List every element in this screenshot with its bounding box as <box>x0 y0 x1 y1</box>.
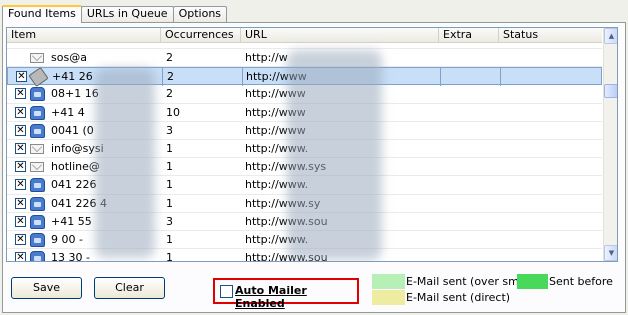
occurrences-cell: 1 <box>166 141 173 155</box>
column-header-status[interactable]: Status <box>499 28 602 43</box>
occurrences-cell: 2 <box>167 70 174 84</box>
row-checkbox[interactable]: ✕ <box>15 215 26 227</box>
tab-bar: Found Items URLs in Queue Options <box>2 5 228 23</box>
column-header-item[interactable]: Item <box>7 28 161 43</box>
column-header-occurrences[interactable]: Occurrences <box>161 28 241 43</box>
row-checkbox[interactable]: ✕ <box>16 71 27 83</box>
column-header-url[interactable]: URL <box>241 28 439 43</box>
legend-swatch-direct <box>372 290 405 305</box>
occurrences-cell: 1 <box>166 232 173 246</box>
item-cell: +41 4 <box>51 105 85 119</box>
occurrences-cell: 10 <box>166 105 180 119</box>
occurrences-cell: 3 <box>166 214 173 228</box>
item-cell: 9 00 - <box>51 232 83 246</box>
occurrences-cell: 1 <box>166 178 173 192</box>
auto-mailer-label[interactable]: Auto Mailer Enabled <box>235 284 357 310</box>
occurrences-cell: 1 <box>166 160 173 174</box>
item-cell: +41 26 <box>52 70 93 84</box>
row-checkbox[interactable]: ✕ <box>15 124 26 136</box>
occurrences-cell: 1 <box>166 251 173 262</box>
row-checkbox[interactable]: ✕ <box>15 142 26 154</box>
found-items-panel: Item Occurrences URL Extra Status sos@a … <box>2 22 626 313</box>
table-header: Item Occurrences URL Extra Status <box>7 28 602 43</box>
item-cell: +41 55 <box>51 214 92 228</box>
occurrences-cell: 3 <box>166 123 173 137</box>
auto-mailer-toggle[interactable]: Auto Mailer Enabled <box>213 278 359 310</box>
clear-button[interactable]: Clear <box>94 277 165 299</box>
item-cell: 0041 (0 <box>51 123 94 137</box>
item-cell: 13 30 - <box>51 251 90 262</box>
occurrences-cell: 1 <box>166 196 173 210</box>
legend-label-smtp: E-Mail sent (over smtp) <box>406 275 535 288</box>
redaction-blur <box>95 68 155 258</box>
item-cell: 08+1 16 <box>51 87 99 101</box>
url-cell: http://w <box>245 51 288 64</box>
row-checkbox[interactable]: ✕ <box>15 197 26 209</box>
legend-swatch-sent-before <box>517 274 548 289</box>
legend-label-sent-before: Sent before <box>549 275 613 288</box>
item-cell: hotline@ <box>51 160 100 174</box>
legend-swatch-smtp <box>372 274 405 289</box>
vertical-scrollbar[interactable]: ▲ ▼ <box>603 28 617 261</box>
redaction-blur <box>287 50 382 260</box>
mail-icon <box>30 162 44 173</box>
row-checkbox[interactable]: ✕ <box>15 179 26 191</box>
phone-icon <box>30 232 45 247</box>
scroll-thumb[interactable] <box>604 84 617 98</box>
found-items-table: Item Occurrences URL Extra Status sos@a … <box>6 27 618 262</box>
tag-icon <box>28 67 49 88</box>
row-checkbox[interactable]: ✕ <box>15 161 26 173</box>
row-checkbox[interactable]: ✕ <box>15 233 26 245</box>
phone-icon <box>30 87 45 102</box>
item-cell: sos@a <box>51 51 87 64</box>
row-checkbox[interactable]: ✕ <box>15 88 26 100</box>
row-checkbox[interactable]: ✕ <box>15 252 26 261</box>
row-checkbox[interactable]: ✕ <box>15 106 26 118</box>
item-cell: 041 226 <box>51 178 97 192</box>
occurrences-cell: 2 <box>166 87 173 101</box>
legend-label-direct: E-Mail sent (direct) <box>406 291 511 304</box>
occurrences-cell: 2 <box>166 51 173 64</box>
scroll-down-button[interactable]: ▼ <box>604 245 617 261</box>
phone-icon <box>30 196 45 211</box>
phone-icon <box>30 214 45 229</box>
mail-icon <box>30 53 44 63</box>
phone-icon <box>30 105 45 120</box>
tab-urls-in-queue[interactable]: URLs in Queue <box>80 6 174 22</box>
phone-icon <box>30 178 45 193</box>
auto-mailer-checkbox[interactable] <box>220 285 233 298</box>
mail-icon <box>30 143 44 154</box>
save-button[interactable]: Save <box>11 277 82 299</box>
phone-icon <box>30 251 45 261</box>
tab-found-items[interactable]: Found Items <box>2 5 82 23</box>
phone-icon <box>30 123 45 138</box>
scroll-up-button[interactable]: ▲ <box>604 28 617 44</box>
tab-options[interactable]: Options <box>172 6 228 22</box>
column-header-extra[interactable]: Extra <box>439 28 499 43</box>
